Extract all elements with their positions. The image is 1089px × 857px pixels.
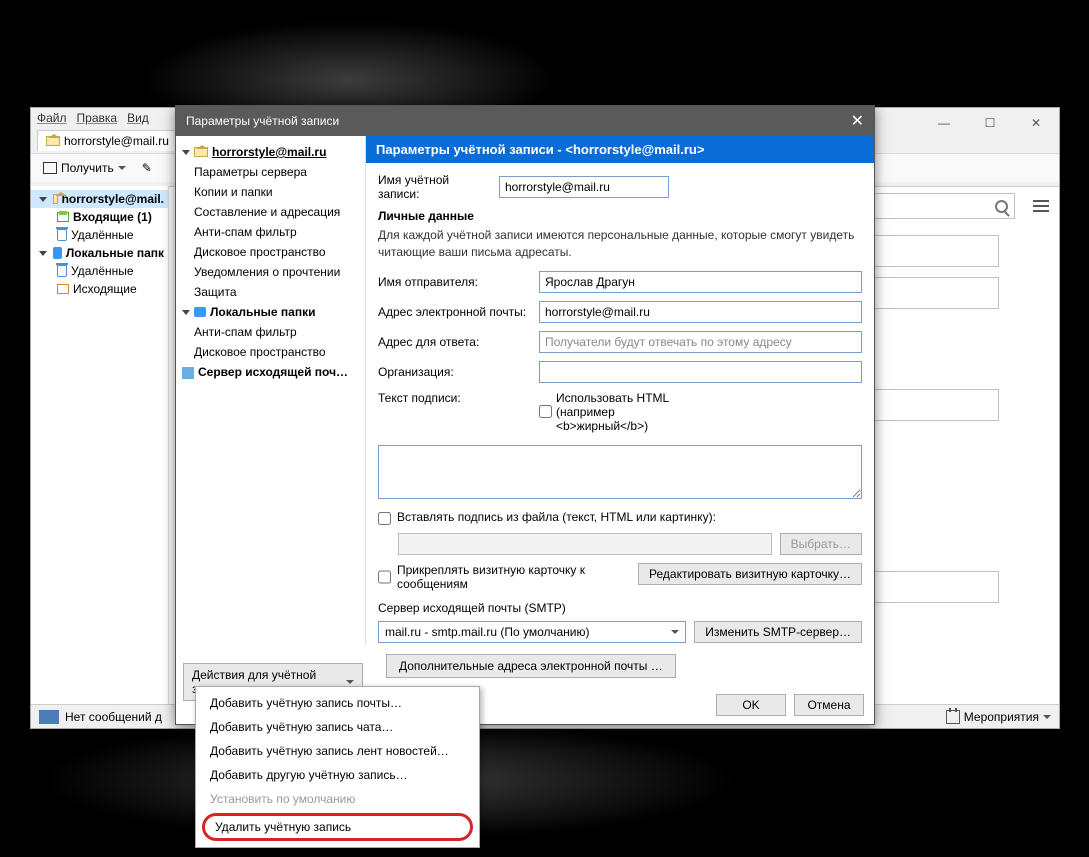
menu-file[interactable]: Файл <box>37 111 67 125</box>
outbox-icon <box>57 284 69 294</box>
close-button[interactable]: ✕ <box>1013 108 1059 138</box>
write-icon[interactable]: ✎ <box>142 161 156 175</box>
mail-icon <box>194 147 208 157</box>
tree-inbox[interactable]: Входящие (1) <box>31 208 168 226</box>
tree-outgoing[interactable]: Исходящие <box>31 280 168 298</box>
chevron-down-icon <box>346 680 354 684</box>
calendar-icon <box>946 710 960 724</box>
menu-edit[interactable]: Правка <box>77 111 118 125</box>
tree-account[interactable]: horrorstyle@mail. <box>31 190 168 208</box>
panel-header: Параметры учётной записи - <horrorstyle@… <box>366 136 874 163</box>
tree-local-antispam[interactable]: Анти-спам фильтр <box>180 322 361 342</box>
attach-vcard-checkbox[interactable]: Прикреплять визитную карточку к сообщени… <box>378 563 598 591</box>
tree-local-disk[interactable]: Дисковое пространство <box>180 342 361 362</box>
sender-name-input[interactable] <box>539 271 862 293</box>
events-button[interactable]: Мероприятия <box>946 710 1051 724</box>
signature-textarea[interactable] <box>378 445 862 499</box>
mail-icon <box>46 136 60 146</box>
sender-name-label: Имя отправителя: <box>378 275 533 289</box>
reply-label: Адрес для ответа: <box>378 335 533 349</box>
tree-smtp[interactable]: Сервер исходящей поч… <box>180 362 361 382</box>
insert-from-file-checkbox[interactable] <box>378 512 391 525</box>
menu-add-feed[interactable]: Добавить учётную запись лент новостей… <box>196 739 479 763</box>
tree-deleted[interactable]: Удалённые <box>31 226 168 244</box>
window-controls: — ☐ ✕ <box>921 108 1059 138</box>
dialog-title-text: Параметры учётной записи <box>186 114 339 128</box>
chevron-down-icon <box>1043 715 1051 719</box>
signature-label: Текст подписи: <box>378 391 533 405</box>
search-icon <box>995 200 1008 213</box>
smtp-label: Сервер исходящей почты (SMTP) <box>378 601 862 615</box>
org-input[interactable] <box>539 361 862 383</box>
personal-data-desc: Для каждой учётной записи имеются персон… <box>378 227 862 261</box>
trash-icon <box>57 265 67 277</box>
tree-copies[interactable]: Копии и папки <box>180 182 361 202</box>
chevron-down-icon <box>118 166 126 170</box>
tab-account[interactable]: horrorstyle@mail.ru <box>37 130 178 151</box>
browse-button[interactable]: Выбрать… <box>780 533 862 555</box>
settings-tree: horrorstyle@mail.ru Параметры сервера Ко… <box>176 136 366 646</box>
account-actions-menu: Добавить учётную запись почты… Добавить … <box>195 686 480 848</box>
settings-panel: Параметры учётной записи - <horrorstyle@… <box>366 136 874 646</box>
edit-smtp-button[interactable]: Изменить SMTP-сервер… <box>694 621 862 643</box>
tree-account-root[interactable]: horrorstyle@mail.ru <box>180 142 361 162</box>
edit-vcard-button[interactable]: Редактировать визитную карточку… <box>638 563 862 585</box>
content-placeholder <box>869 389 999 421</box>
content-placeholder <box>869 235 999 267</box>
smtp-select[interactable]: mail.ru - smtp.mail.ru (По умолчанию) <box>378 621 686 643</box>
folder-tree: horrorstyle@mail. Входящие (1) Удалённые… <box>31 186 169 704</box>
account-name-label: Имя учётной записи: <box>378 173 493 201</box>
signature-file-input <box>398 533 772 555</box>
menu-set-default: Установить по умолчанию <box>196 787 479 811</box>
tree-receipts[interactable]: Уведомления о прочтении <box>180 262 361 282</box>
account-settings-dialog: Параметры учётной записи ✕ horrorstyle@m… <box>175 105 875 725</box>
email-label: Адрес электронной почты: <box>378 305 533 319</box>
tree-security[interactable]: Защита <box>180 282 361 302</box>
email-input[interactable] <box>539 301 862 323</box>
get-mail-button[interactable]: Получить <box>37 158 132 178</box>
maximize-button[interactable]: ☐ <box>967 108 1013 138</box>
download-icon <box>43 162 57 174</box>
tree-server-params[interactable]: Параметры сервера <box>180 162 361 182</box>
tree-local-folders[interactable]: Локальные папк <box>31 244 168 262</box>
personal-data-heading: Личные данные <box>378 209 862 223</box>
content-placeholder <box>869 277 999 309</box>
org-label: Организация: <box>378 365 533 379</box>
tree-composition[interactable]: Составление и адресация <box>180 202 361 222</box>
tree-local-folders[interactable]: Локальные папки <box>180 302 361 322</box>
server-icon <box>182 367 194 379</box>
menu-delete-account[interactable]: Удалить учётную запись <box>202 813 473 841</box>
menu-add-other[interactable]: Добавить другую учётную запись… <box>196 763 479 787</box>
inbox-icon <box>57 212 69 222</box>
use-html-checkbox[interactable]: Использовать HTML (например <b>жирный</b… <box>539 391 694 433</box>
reply-input[interactable] <box>539 331 862 353</box>
dialog-titlebar: Параметры учётной записи ✕ <box>176 106 874 136</box>
menu-add-mail[interactable]: Добавить учётную запись почты… <box>196 691 479 715</box>
menu-add-chat[interactable]: Добавить учётную запись чата… <box>196 715 479 739</box>
folder-icon <box>194 307 206 317</box>
tree-deleted-local[interactable]: Удалённые <box>31 262 168 280</box>
tree-disk[interactable]: Дисковое пространство <box>180 242 361 262</box>
chevron-down-icon <box>671 630 679 634</box>
dialog-close-button[interactable]: ✕ <box>851 111 864 131</box>
content-placeholder <box>869 571 999 603</box>
tab-label: horrorstyle@mail.ru <box>64 134 169 148</box>
status-text: Нет сообщений д <box>65 710 162 724</box>
cancel-button[interactable]: Отмена <box>794 694 864 716</box>
menu-button[interactable] <box>1033 200 1049 212</box>
trash-icon <box>57 229 67 241</box>
ok-button[interactable]: OK <box>716 694 786 716</box>
tree-antispam[interactable]: Анти-спам фильтр <box>180 222 361 242</box>
account-name-input[interactable] <box>499 176 669 198</box>
mail-icon <box>53 194 58 204</box>
insert-from-file-label: Вставлять подпись из файла (текст, HTML … <box>397 510 716 524</box>
status-icon <box>39 710 59 724</box>
menu-view[interactable]: Вид <box>127 111 149 125</box>
folder-icon <box>53 247 62 259</box>
additional-addresses-button[interactable]: Дополнительные адреса электронной почты … <box>386 654 676 678</box>
minimize-button[interactable]: — <box>921 108 967 138</box>
